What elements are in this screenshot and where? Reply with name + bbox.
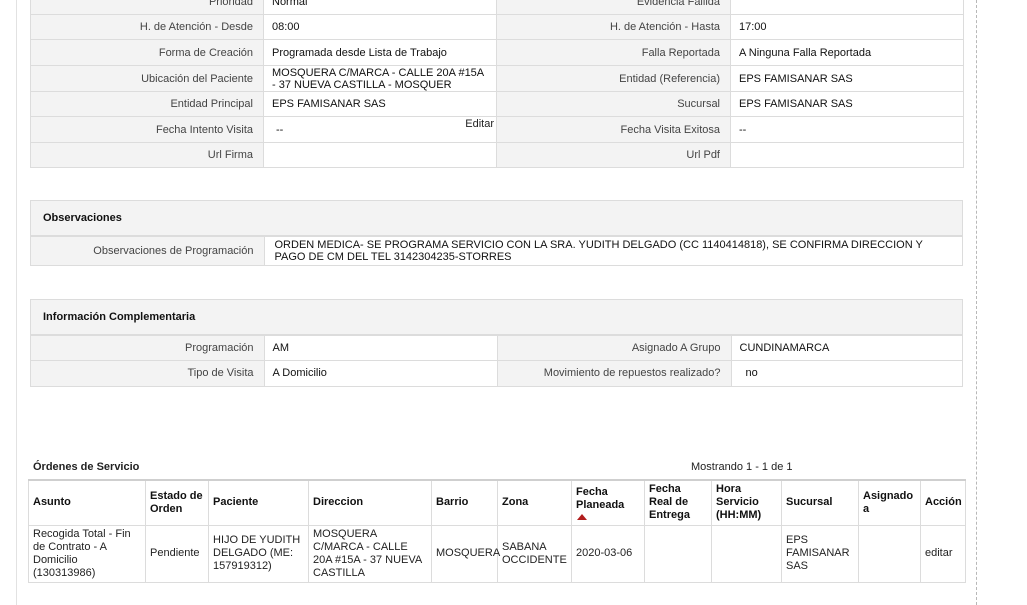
main-entity-label: Entidad Principal [30,91,264,117]
failed-evidence-label: Evidencia Fallida [496,0,731,15]
details-row-priority: Prioridad Normal Evidencia Fallida [30,0,964,15]
column-header-direccion[interactable]: Direccion [308,479,432,526]
main-entity-value: EPS FAMISANAR SAS [263,91,497,117]
scheduling-observations-label: Observaciones de Programación [31,236,265,265]
service-orders-title: Órdenes de Servicio [33,461,140,473]
details-row-location: Ubicación del Paciente MOSQUERA C/MARCA … [30,65,964,92]
order-neighborhood: MOSQUERA [431,524,500,583]
branch-label: Sucursal [496,91,731,117]
order-planned-date: 2020-03-06 [571,524,645,583]
observations-section: Observaciones Observaciones de Programac… [30,200,963,266]
column-header-estado[interactable]: Estado de Orden [145,479,209,526]
creation-form-value: Programada desde Lista de Trabajo [263,39,497,66]
hours-from-label: H. de Atención - Desde [30,14,264,40]
entity-reference-label: Entidad (Referencia) [496,65,731,92]
edit-visit-attempt-link[interactable]: Editar [465,118,494,130]
page: Prioridad Normal Evidencia Fallida H. de… [0,0,1027,605]
column-header-asunto[interactable]: Asunto [28,479,146,526]
assigned-group-value: CUNDINAMARCA [730,335,962,361]
priority-value: Normal [263,0,497,15]
pdf-url-label: Url Pdf [496,142,731,168]
parts-movement-value: no [730,360,962,386]
visit-attempt-date-value: -- [276,123,284,136]
visit-attempt-date-label: Fecha Intento Visita [30,116,264,143]
hours-to-value: 17:00 [730,14,964,40]
hours-from-value: 08:00 [263,14,497,40]
complementary-info-grid: Programación AM Asignado A Grupo CUNDINA… [31,335,962,386]
signature-url-label: Url Firma [30,142,264,168]
order-service-time [711,524,782,583]
pdf-url-value [730,142,964,168]
orders-header-row: Asunto Estado de Orden Paciente Direccio… [28,479,966,526]
column-header-sucursal[interactable]: Sucursal [781,479,859,526]
visit-type-value: A Domicilio [263,360,498,386]
details-row-visit-dates: Fecha Intento Visita -- Editar Fecha Vis… [30,116,964,143]
scheduling-label: Programación [31,335,265,361]
column-header-barrio[interactable]: Barrio [431,479,498,526]
scheduling-observations-value: ORDEN MEDICA- SE PROGRAMA SERVICIO CON L… [263,236,962,265]
complementary-row-scheduling: Programación AM Asignado A Grupo CUNDINA… [31,335,962,361]
observations-row: Observaciones de Programación ORDEN MEDI… [31,236,962,265]
branch-value: EPS FAMISANAR SAS [730,91,964,117]
details-row-creation: Forma de Creación Programada desde Lista… [30,39,964,66]
column-header-asignado[interactable]: Asignado a [858,479,921,526]
successful-visit-date-value: -- [730,116,964,143]
pagination-summary: Mostrando 1 - 1 de 1 [691,461,793,473]
column-header-paciente[interactable]: Paciente [208,479,309,526]
hours-to-label: H. de Atención - Hasta [496,14,731,40]
order-delivery-date [644,524,712,583]
sort-ascending-icon [577,513,587,520]
scheduling-value: AM [263,335,498,361]
details-row-urls: Url Firma Url Pdf [30,142,964,168]
table-row: Recogida Total - Fin de Contrato - A Dom… [28,524,966,583]
column-header-fecha-real[interactable]: Fecha Real de Entrega [644,479,712,526]
entity-reference-value: EPS FAMISANAR SAS [730,65,964,92]
complementary-info-section: Información Complementaria Programación … [30,299,963,387]
visit-type-label: Tipo de Visita [31,360,265,386]
details-row-entity: Entidad Principal EPS FAMISANAR SAS Sucu… [30,91,964,117]
column-header-zona[interactable]: Zona [497,479,572,526]
reported-failure-value: A Ninguna Falla Reportada [730,39,964,66]
order-branch: EPS FAMISANAR SAS [781,524,859,583]
observations-grid: Observaciones de Programación ORDEN MEDI… [31,236,962,265]
order-action-cell: editar [920,524,966,583]
patient-location-value: MOSQUERA C/MARCA - CALLE 20A #15A - 37 N… [263,65,497,92]
column-header-fecha-planeada[interactable]: Fecha Planeada [571,479,645,526]
complementary-info-title: Información Complementaria [31,300,962,335]
content-left-border [16,0,17,605]
details-grid: Prioridad Normal Evidencia Fallida H. de… [30,0,964,168]
column-header-accion: Acción [920,479,966,526]
order-zone: SABANA OCCIDENTE [497,524,572,583]
content-right-dashed-border [976,0,977,605]
order-patient: HIJO DE YUDITH DELGADO (ME: 157919312) [208,524,309,583]
order-subject: Recogida Total - Fin de Contrato - A Dom… [28,524,146,583]
order-status: Pendiente [145,524,209,583]
visit-attempt-date-cell: -- Editar [263,116,497,143]
observations-title: Observaciones [31,201,962,236]
service-orders-table: Asunto Estado de Orden Paciente Direccio… [28,479,966,583]
column-header-hora[interactable]: Hora Servicio (HH:MM) [711,479,782,526]
successful-visit-date-label: Fecha Visita Exitosa [496,116,731,143]
priority-label: Prioridad [30,0,264,15]
details-row-hours: H. de Atención - Desde 08:00 H. de Atenc… [30,14,964,40]
complementary-row-visit-type: Tipo de Visita A Domicilio Movimiento de… [31,360,962,386]
assigned-group-label: Asignado A Grupo [496,335,732,361]
patient-location-label: Ubicación del Paciente [30,65,264,92]
reported-failure-label: Falla Reportada [496,39,731,66]
order-assignee [858,524,921,583]
edit-order-link[interactable]: editar [925,547,953,559]
creation-form-label: Forma de Creación [30,39,264,66]
failed-evidence-value [730,0,964,15]
fecha-planeada-label: Fecha Planeada [576,485,625,511]
signature-url-value [263,142,497,168]
order-address: MOSQUERA C/MARCA - CALLE 20A #15A - 37 N… [308,524,432,583]
parts-movement-label: Movimiento de repuestos realizado? [496,360,732,386]
